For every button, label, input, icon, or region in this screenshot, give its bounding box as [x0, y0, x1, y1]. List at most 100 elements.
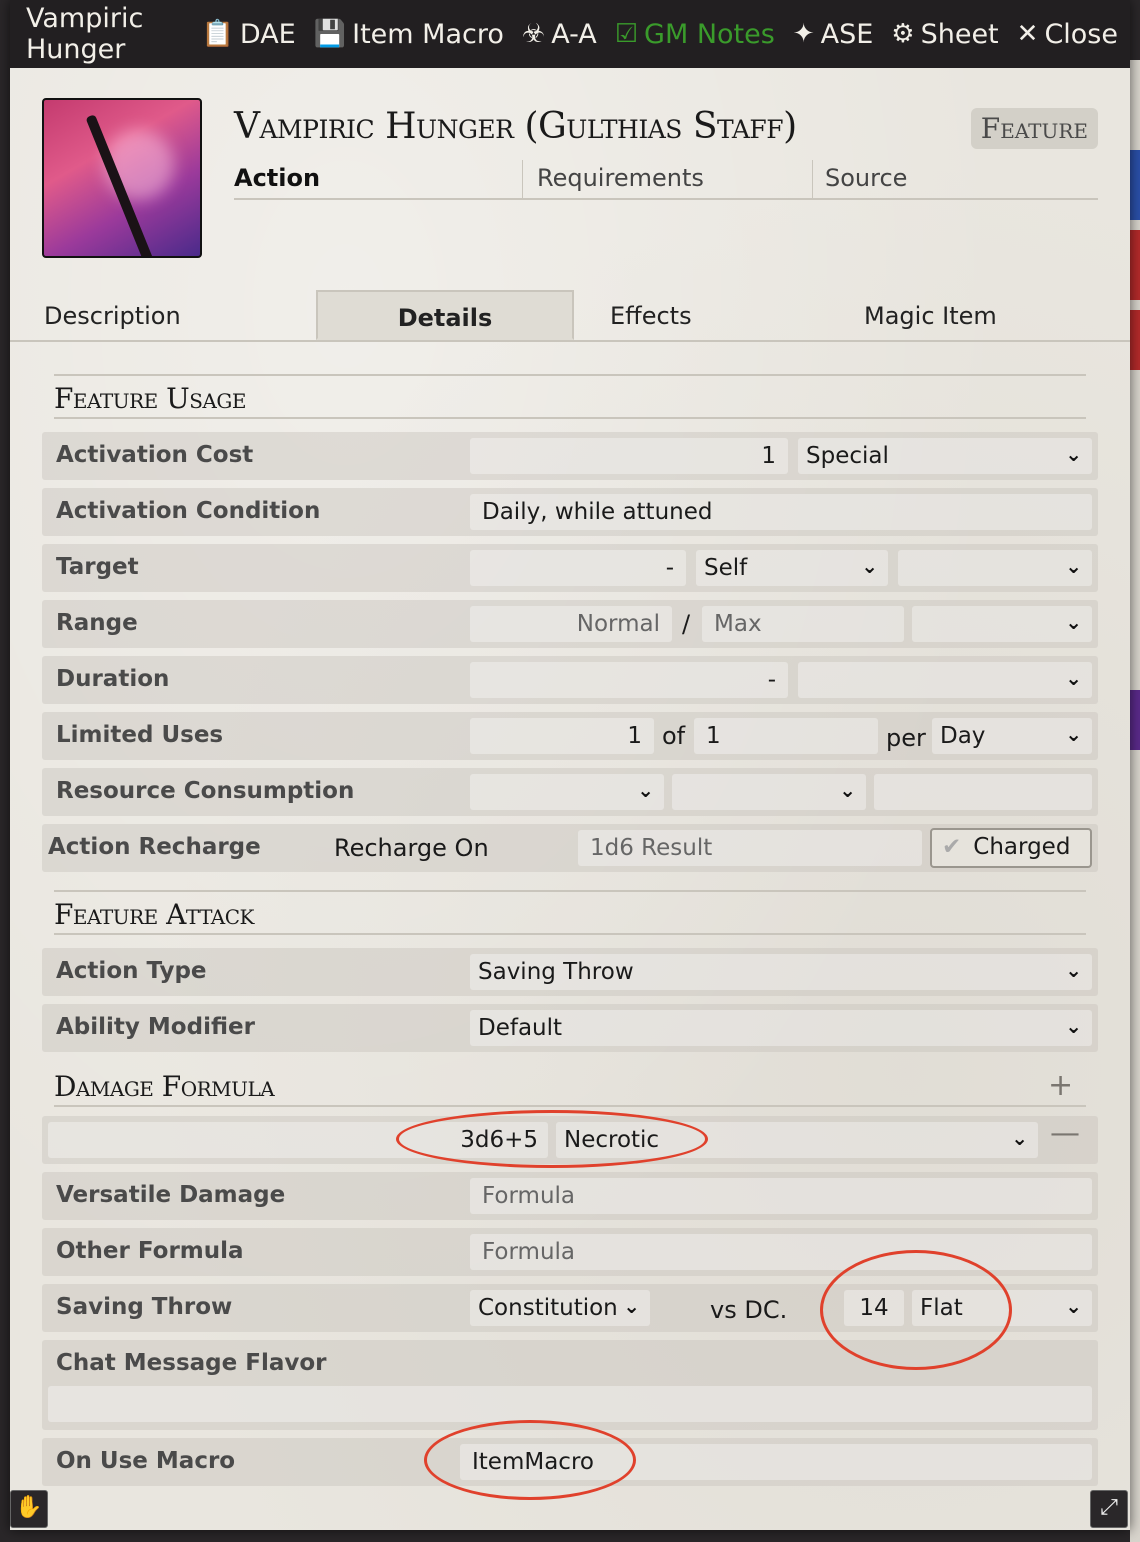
chevron-down-icon: ⌄ [1065, 610, 1082, 634]
recharge-on-text: Recharge On [334, 834, 489, 862]
target-type-select[interactable]: Self ⌄ [696, 550, 888, 586]
item-macro-button[interactable]: 💾 Item Macro [314, 19, 504, 50]
tab-description[interactable]: Description [10, 290, 316, 340]
charged-label: Charged [973, 834, 1071, 860]
uses-value-input[interactable]: 1 [470, 718, 654, 754]
target-value-input[interactable]: - [470, 550, 686, 586]
activation-cost-row: Activation Cost 1 Special ⌄ [42, 432, 1098, 480]
uses-period-select[interactable]: Day ⌄ [932, 718, 1092, 754]
chevron-down-icon: ⌄ [1065, 1294, 1082, 1318]
window-titlebar[interactable]: Vampiric Hunger 📋 DAE 💾 Item Macro ☣ A-A… [10, 0, 1130, 68]
chat-flavor-input[interactable] [48, 1386, 1092, 1422]
sheet-button[interactable]: ⚙ Sheet [891, 19, 998, 50]
section-feature-usage: Feature Usage [54, 374, 1086, 419]
action-recharge-label: Action Recharge [48, 834, 261, 860]
chevron-down-icon: ⌄ [1011, 1126, 1028, 1150]
other-formula-row: Other Formula Formula [42, 1228, 1098, 1276]
target-units-select[interactable]: ⌄ [898, 550, 1092, 586]
ase-button[interactable]: ✦ ASE [793, 19, 873, 50]
activation-condition-input[interactable]: Daily, while attuned [470, 494, 1092, 530]
versatile-damage-label: Versatile Damage [56, 1182, 286, 1208]
duration-row: Duration - ⌄ [42, 656, 1098, 704]
uses-per-text: per [886, 724, 926, 752]
range-label: Range [56, 610, 138, 636]
uses-period-value: Day [940, 723, 986, 749]
range-units-select[interactable]: ⌄ [912, 606, 1092, 642]
on-use-macro-label: On Use Macro [56, 1448, 236, 1474]
activation-condition-label: Activation Condition [56, 498, 321, 524]
item-name[interactable]: Vampiric Hunger (Gulthias Staff) [234, 106, 797, 147]
saving-throw-label: Saving Throw [56, 1294, 233, 1320]
uses-of-text: of [662, 722, 686, 750]
chevron-down-icon: ⌄ [1065, 958, 1082, 982]
item-image[interactable] [42, 98, 202, 258]
target-label: Target [56, 554, 139, 580]
chat-flavor-label: Chat Message Flavor [56, 1350, 327, 1376]
on-use-macro-input[interactable]: ItemMacro [460, 1444, 1092, 1480]
close-button[interactable]: ✕ Close [1017, 19, 1118, 50]
duration-value-input[interactable]: - [470, 662, 788, 698]
action-type-select[interactable]: Saving Throw ⌄ [470, 954, 1092, 990]
duration-label: Duration [56, 666, 170, 692]
consume-target-select[interactable]: ⌄ [672, 774, 866, 810]
save-scaling-select[interactable]: Flat ⌄ [912, 1290, 1092, 1326]
chevron-down-icon: ⌄ [1065, 442, 1082, 466]
close-label: Close [1044, 18, 1118, 50]
activation-type-select[interactable]: Special ⌄ [798, 438, 1092, 474]
gear-icon: ⚙ [891, 19, 915, 49]
item-meta: Action Requirements Source [234, 160, 1098, 200]
damage-type-select[interactable]: Necrotic ⌄ [556, 1122, 1038, 1158]
save-dc-input[interactable]: 14 [844, 1290, 904, 1326]
remove-damage-icon[interactable]: — [1050, 1116, 1080, 1151]
other-formula-input[interactable]: Formula [470, 1234, 1092, 1270]
vs-dc-text: vs DC. [710, 1296, 788, 1324]
duration-units-select[interactable]: ⌄ [798, 662, 1092, 698]
chevron-down-icon: ⌄ [839, 778, 856, 802]
range-normal-input[interactable]: Normal [470, 606, 672, 642]
chat-flavor-row: Chat Message Flavor [42, 1340, 1098, 1430]
close-icon: ✕ [1016, 19, 1039, 49]
resource-consumption-row: Resource Consumption ⌄ ⌄ [42, 768, 1098, 816]
activation-cost-label: Activation Cost [56, 442, 254, 468]
uses-max-input[interactable]: 1 [694, 718, 878, 754]
versatile-damage-input[interactable]: Formula [470, 1178, 1092, 1214]
save-ability-select[interactable]: Constitution ⌄ [470, 1290, 650, 1326]
check-icon: ✔ [942, 834, 962, 860]
item-macro-label: Item Macro [352, 18, 504, 50]
action-recharge-row: Action Recharge Recharge On 1d6 Result ✔… [42, 824, 1098, 872]
on-use-macro-row: On Use Macro ItemMacro [42, 1438, 1098, 1486]
range-separator: / [682, 610, 691, 638]
gm-notes-button[interactable]: ☑ GM Notes [615, 19, 775, 50]
dae-button[interactable]: 📋 DAE [202, 19, 296, 50]
tab-magic-item[interactable]: Magic Item [830, 290, 1130, 340]
section-feature-attack: Feature Attack [54, 890, 1086, 935]
saving-throw-row: Saving Throw Constitution ⌄ vs DC. 14 Fl… [42, 1284, 1098, 1332]
item-type-badge: Feature [970, 108, 1098, 149]
a-a-button[interactable]: ☣ A-A [522, 19, 597, 50]
target-type-value: Self [704, 555, 748, 581]
hand-icon[interactable]: ✋ [10, 1490, 48, 1528]
limited-uses-row: Limited Uses 1 of 1 per Day ⌄ [42, 712, 1098, 760]
chevron-down-icon: ⌄ [1065, 554, 1082, 578]
activation-cost-input[interactable]: 1 [470, 438, 788, 474]
recharge-value-input[interactable]: 1d6 Result [578, 830, 922, 866]
range-row: Range Normal / Max ⌄ [42, 600, 1098, 648]
range-max-input[interactable]: Max [702, 606, 904, 642]
add-damage-icon[interactable]: + [1048, 1068, 1073, 1103]
a-a-label: A-A [551, 18, 597, 50]
source-field[interactable]: Source [812, 160, 1098, 198]
requirements-field[interactable]: Requirements [522, 160, 812, 198]
ase-label: ASE [820, 18, 874, 50]
ability-modifier-select[interactable]: Default ⌄ [470, 1010, 1092, 1046]
biohazard-icon: ☣ [521, 19, 546, 49]
charged-toggle[interactable]: ✔ Charged [930, 828, 1092, 868]
damage-formula-input[interactable]: 3d6+5 [48, 1122, 548, 1158]
ability-modifier-label: Ability Modifier [56, 1014, 255, 1040]
consume-amount-input[interactable] [874, 774, 1092, 810]
resize-handle-icon[interactable]: ⤢ [1090, 1490, 1128, 1528]
target-row: Target - Self ⌄ ⌄ [42, 544, 1098, 592]
tab-effects[interactable]: Effects [574, 290, 830, 340]
limited-uses-label: Limited Uses [56, 722, 224, 748]
tab-details[interactable]: Details [316, 290, 574, 340]
consume-type-select[interactable]: ⌄ [470, 774, 664, 810]
